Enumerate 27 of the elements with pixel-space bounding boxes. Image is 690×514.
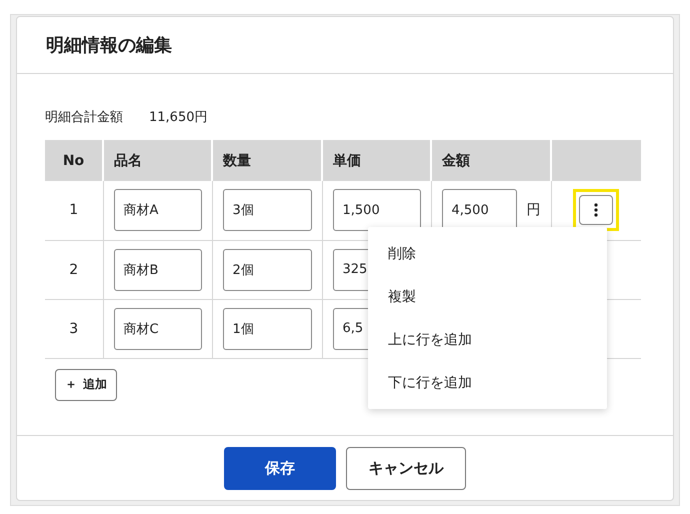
quantity-field[interactable]: 2個 [222,248,312,290]
menu-item[interactable]: 削除 [368,232,607,275]
column-header: 金額 [431,140,551,181]
add-button[interactable]: ＋ 追加 [55,368,117,400]
menu-item[interactable]: 上に行を追加 [368,318,607,361]
row-number: 3 [45,299,103,358]
save-button[interactable]: 保存 [224,446,336,490]
summary-value: 11,650円 [149,109,208,126]
summary-label: 明細合計金額 [45,109,123,126]
row-number: 2 [45,240,103,299]
row-number: 1 [45,181,103,240]
menu-item[interactable]: 下に行を追加 [368,361,607,404]
quantity-field[interactable]: 1個 [222,308,312,350]
name-field[interactable]: 商材A [114,189,202,232]
more-button[interactable] [578,195,612,226]
quantity-field[interactable]: 3個 [222,189,312,232]
column-header: No [45,140,103,181]
menu-item[interactable]: 複製 [368,275,607,318]
more-icon [594,203,598,218]
currency-label: 円 [526,201,540,220]
cancel-button[interactable]: キャンセル [346,446,466,490]
column-header: 品名 [103,140,212,181]
dialog-title: 明細情報の編集 [46,34,172,57]
column-header: 単価 [322,140,431,181]
name-field[interactable]: 商材C [114,308,202,350]
name-field[interactable]: 商材B [114,248,202,290]
column-header: 数量 [212,140,322,181]
